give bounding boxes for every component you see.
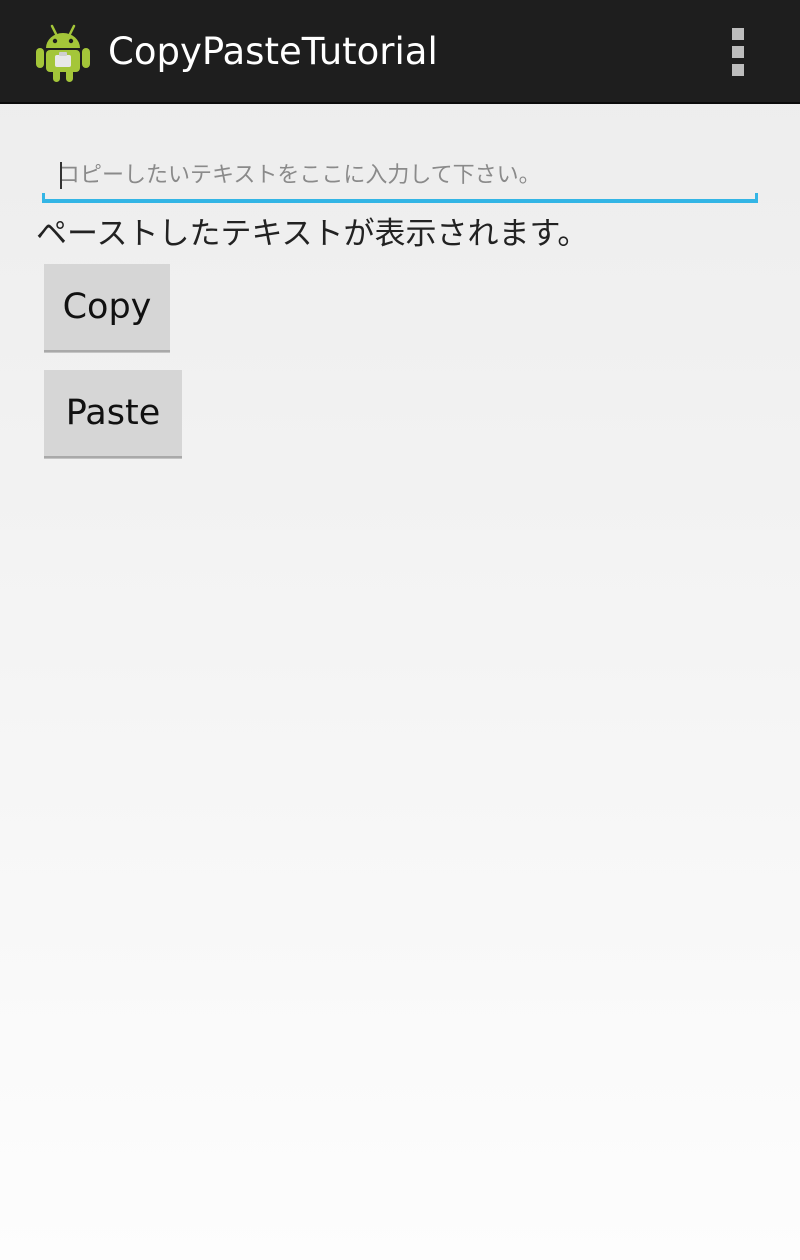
- pasted-text-display: ペーストしたテキストが表示されます。: [36, 216, 589, 252]
- menu-dot: [732, 64, 744, 76]
- app-title: CopyPasteTutorial: [108, 30, 438, 73]
- android-robot-icon[interactable]: [34, 20, 92, 84]
- overflow-menu-icon[interactable]: [724, 26, 752, 78]
- app-screen: CopyPasteTutorial ペーストしたテキストが表示されます。 Cop…: [0, 0, 800, 1260]
- menu-dot: [732, 46, 744, 58]
- menu-dot: [732, 28, 744, 40]
- copy-button[interactable]: Copy: [44, 264, 170, 352]
- copy-text-input[interactable]: [42, 150, 758, 200]
- text-cursor: [60, 162, 62, 189]
- action-bar: CopyPasteTutorial: [0, 0, 800, 104]
- paste-button[interactable]: Paste: [44, 370, 182, 458]
- input-underline: [42, 193, 758, 203]
- copy-text-field[interactable]: [42, 150, 758, 206]
